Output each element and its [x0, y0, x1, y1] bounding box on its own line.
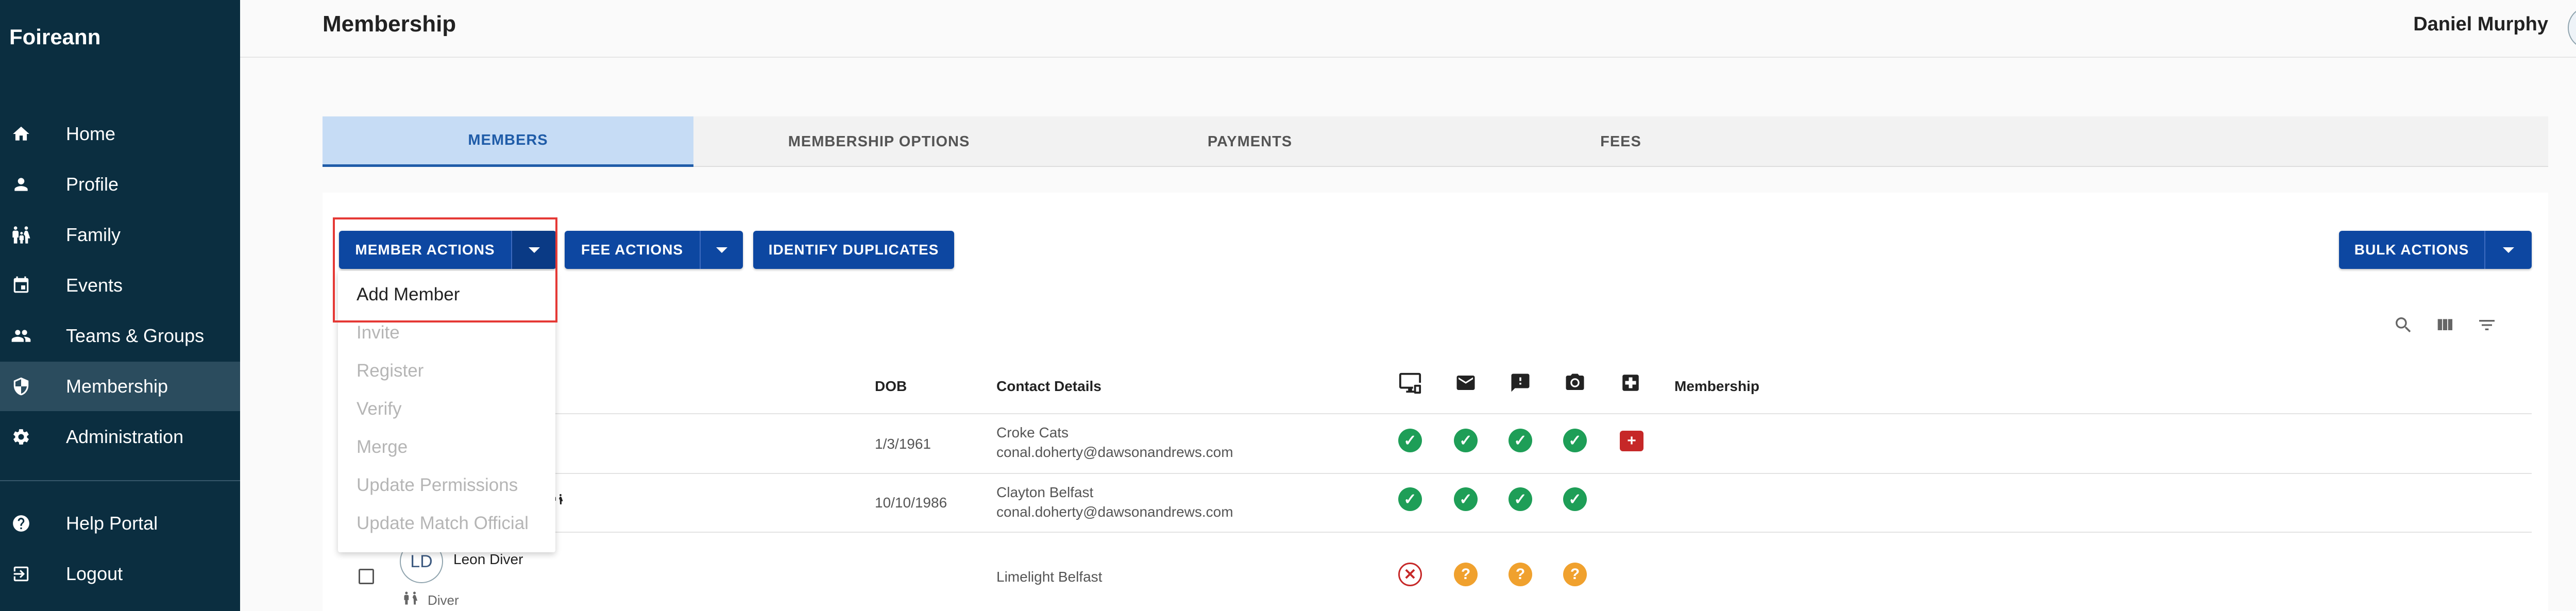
- group-icon: [10, 325, 32, 347]
- desktop-device-icon: [1397, 370, 1423, 396]
- menu-item-register: Register: [357, 361, 424, 381]
- menu-item-merge: Merge: [357, 437, 408, 457]
- sidebar-item-help-portal[interactable]: Help Portal: [0, 499, 240, 548]
- tab-payments[interactable]: PAYMENTS: [1064, 116, 1435, 167]
- person-icon: [10, 174, 32, 195]
- check-icon: ✓: [1509, 487, 1532, 511]
- tab-membership-options[interactable]: MEMBERSHIP OPTIONS: [693, 116, 1064, 167]
- sidebar-item-events[interactable]: Events: [0, 261, 240, 310]
- fee-actions-button[interactable]: FEE ACTIONS: [565, 231, 700, 269]
- check-icon: ✓: [1563, 487, 1587, 511]
- member-role: Diver: [428, 592, 459, 608]
- sidebar-item-label: Home: [66, 123, 116, 144]
- avatar[interactable]: DM: [2568, 6, 2576, 49]
- column-header-contact-details[interactable]: Contact Details: [996, 378, 1101, 395]
- sidebar-item-administration[interactable]: Administration: [0, 412, 240, 462]
- camera-icon: [1562, 370, 1588, 396]
- sidebar-item-label: Teams & Groups: [66, 325, 205, 346]
- sidebar-item-membership[interactable]: Membership: [0, 362, 240, 411]
- membership-tabs: MEMBERS MEMBERSHIP OPTIONS PAYMENTS FEES: [323, 116, 2548, 167]
- highlight-box: [333, 217, 557, 323]
- sidebar-item-label: Logout: [66, 563, 123, 584]
- sidebar-item-family[interactable]: Family: [0, 210, 240, 260]
- tab-fees[interactable]: FEES: [1435, 116, 1806, 167]
- columns-icon[interactable]: [2433, 313, 2456, 337]
- user-name[interactable]: Daniel Murphy: [2413, 13, 2548, 36]
- menu-item-verify: Verify: [357, 399, 402, 419]
- help-icon: [10, 513, 32, 534]
- sidebar-divider: [0, 480, 240, 481]
- dob-cell: 1/3/1961: [875, 436, 931, 452]
- row-divider: [338, 473, 2532, 474]
- identify-duplicates-button[interactable]: IDENTIFY DUPLICATES: [753, 231, 954, 269]
- sidebar-item-label: Events: [66, 275, 123, 296]
- check-icon: ✓: [1454, 429, 1478, 452]
- medical-icon: [1618, 370, 1643, 396]
- sidebar-item-profile[interactable]: Profile: [0, 160, 240, 209]
- dob-cell: 10/10/1986: [875, 495, 947, 511]
- logout-icon: [10, 563, 32, 585]
- contact-email: conal.doherty@dawsonandrews.com: [996, 504, 1233, 520]
- gear-icon: [10, 426, 32, 448]
- column-header-membership[interactable]: Membership: [1674, 378, 1759, 395]
- sidebar-item-home[interactable]: Home: [0, 109, 240, 159]
- family-icon: [403, 590, 418, 606]
- sidebar-item-label: Family: [66, 224, 121, 245]
- bulk-actions-button-group: BULK ACTIONS: [2339, 231, 2532, 269]
- sidebar: Foireann Home Profile Family Events Team…: [0, 0, 240, 611]
- column-header-dob[interactable]: DOB: [875, 378, 907, 395]
- tab-members[interactable]: MEMBERS: [323, 116, 693, 167]
- sidebar-item-label: Administration: [66, 426, 184, 447]
- home-icon: [10, 123, 32, 145]
- sidebar-item-logout[interactable]: Logout: [0, 549, 240, 599]
- member-name[interactable]: Leon Diver: [453, 551, 523, 568]
- check-icon: ✓: [1509, 429, 1532, 452]
- top-header: Membership Daniel Murphy DM: [240, 0, 2576, 58]
- row-checkbox[interactable]: [359, 569, 374, 584]
- fee-actions-dropdown-toggle[interactable]: [700, 231, 743, 269]
- menu-item-invite: Invite: [357, 323, 400, 343]
- brand-logo[interactable]: Foireann: [9, 25, 100, 49]
- check-icon: ✓: [1398, 429, 1422, 452]
- email-icon: [1453, 370, 1479, 396]
- bulk-actions-button[interactable]: BULK ACTIONS: [2339, 231, 2484, 269]
- row-divider: [338, 413, 2532, 414]
- row-divider: [338, 532, 2532, 533]
- filter-icon[interactable]: [2475, 313, 2499, 337]
- check-icon: ✓: [1454, 487, 1478, 511]
- chevron-down-icon: [716, 247, 727, 253]
- question-icon: ?: [1454, 563, 1478, 586]
- identify-duplicates-button-group: IDENTIFY DUPLICATES: [753, 231, 954, 269]
- bulk-actions-dropdown-toggle[interactable]: [2484, 231, 2532, 269]
- question-icon: ?: [1563, 563, 1587, 586]
- contact-org: Limelight Belfast: [996, 569, 1103, 585]
- question-icon: ?: [1509, 563, 1532, 586]
- menu-item-update-permissions: Update Permissions: [357, 475, 518, 495]
- sidebar-item-label: Help Portal: [66, 513, 158, 534]
- shield-icon: [10, 376, 32, 397]
- page-title: Membership: [323, 11, 456, 37]
- sidebar-item-teams-groups[interactable]: Teams & Groups: [0, 311, 240, 361]
- check-icon: ✓: [1398, 487, 1422, 511]
- contact-org: Clayton Belfast: [996, 484, 1094, 500]
- contact-org: Croke Cats: [996, 425, 1069, 440]
- fee-actions-button-group: FEE ACTIONS: [565, 231, 743, 269]
- calendar-icon: [10, 275, 32, 296]
- feedback-icon: [1507, 370, 1533, 396]
- medical-kit-icon[interactable]: +: [1620, 431, 1643, 451]
- chevron-down-icon: [2503, 247, 2514, 253]
- menu-item-update-match-official: Update Match Official: [357, 513, 529, 533]
- sidebar-item-label: Profile: [66, 174, 119, 195]
- contact-email: conal.doherty@dawsonandrews.com: [996, 444, 1233, 460]
- family-icon: [10, 224, 32, 246]
- search-icon[interactable]: [2392, 313, 2415, 337]
- sidebar-item-label: Membership: [66, 376, 168, 397]
- check-icon: ✓: [1563, 429, 1587, 452]
- error-icon: ✕: [1398, 563, 1422, 586]
